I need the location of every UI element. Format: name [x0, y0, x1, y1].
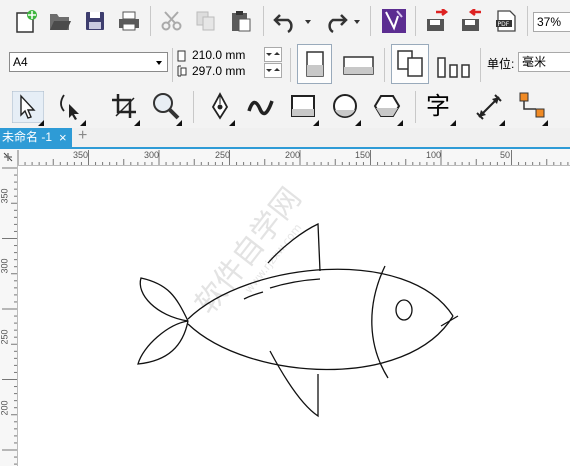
new-tab-button[interactable]: +	[78, 127, 87, 145]
fish-tail-lower	[137, 320, 189, 365]
copy-icon[interactable]	[195, 10, 217, 32]
fish-mouth	[440, 315, 459, 327]
toolbox: 字	[0, 87, 570, 129]
unit-select[interactable]: 毫米	[518, 52, 570, 72]
export-icon[interactable]	[459, 9, 485, 33]
app-launcher-icon[interactable]	[381, 8, 407, 34]
standard-toolbar: PDF 37%	[0, 0, 570, 43]
vertical-ruler-ticks	[2, 167, 17, 465]
horizontal-ruler[interactable]: 350 300 250 200 150 100 50	[17, 149, 570, 166]
fish-body-line-2	[269, 278, 321, 289]
current-page-icon[interactable]	[437, 53, 473, 79]
document-tab-bar: 未命名 -1 × +	[0, 127, 570, 149]
ruler-h-label-100: 100	[426, 150, 442, 160]
unit-label: 单位:	[487, 57, 515, 71]
undo-icon[interactable]	[273, 9, 299, 33]
fish-tail-upper	[139, 277, 189, 322]
undo-dropdown-icon[interactable]	[305, 20, 311, 24]
page-width-icon	[177, 50, 186, 62]
ruler-v-label-350: 350	[0, 188, 10, 204]
open-folder-icon[interactable]	[48, 10, 72, 32]
ruler-v-label-200: 200	[0, 400, 10, 416]
portrait-button[interactable]	[297, 44, 332, 84]
page-width-value[interactable]: 210.0 mm	[192, 48, 245, 62]
fish-drawing[interactable]: 软件自学网 www.rjzxw.com	[18, 166, 570, 466]
svg-text:PDF: PDF	[498, 21, 510, 28]
ruler-v-label-300: 300	[0, 258, 10, 274]
width-spinner[interactable]	[264, 47, 282, 62]
page-size-value: A4	[13, 55, 28, 69]
ruler-h-label-250: 250	[215, 150, 231, 160]
chevron-down-icon	[156, 61, 162, 65]
redo-icon[interactable]	[322, 9, 348, 33]
ruler-origin[interactable]	[0, 149, 18, 166]
fish-ventral-fin	[269, 350, 319, 418]
page-height-value[interactable]: 297.0 mm	[192, 64, 245, 78]
publish-pdf-icon[interactable]: PDF	[494, 9, 520, 33]
fish-eye	[395, 299, 413, 321]
unit-value: 毫米	[522, 55, 547, 69]
vertical-ruler[interactable]: 350 300 250 200	[0, 165, 18, 466]
drawing-canvas[interactable]: 软件自学网 www.rjzxw.com	[18, 166, 570, 466]
ruler-h-label-200: 200	[285, 150, 301, 160]
tab-document[interactable]: 未命名 -1 ×	[0, 128, 72, 147]
ruler-origin-icon	[3, 152, 13, 162]
fish-body-bottom	[187, 315, 454, 371]
page-size-select[interactable]: A4	[9, 52, 168, 72]
text-tool-icon[interactable]: 字	[426, 92, 450, 120]
artistic-media-icon[interactable]	[246, 95, 276, 119]
import-icon[interactable]	[424, 9, 450, 33]
fish-gill	[371, 265, 389, 379]
tab-title: 未命名 -1	[2, 130, 53, 144]
ruler-h-label-150: 150	[355, 150, 371, 160]
all-pages-button[interactable]	[391, 44, 429, 84]
landscape-icon[interactable]	[343, 56, 375, 76]
tab-close-icon[interactable]: ×	[59, 128, 67, 147]
page-height-icon	[177, 65, 187, 77]
ruler-h-label-350: 350	[73, 150, 89, 160]
zoom-level-field[interactable]: 37%	[533, 12, 570, 32]
all-pages-icon	[397, 50, 423, 77]
save-icon[interactable]	[84, 10, 106, 32]
cut-icon[interactable]	[160, 10, 184, 32]
new-document-icon[interactable]	[12, 9, 38, 35]
paste-icon[interactable]	[229, 9, 253, 33]
ruler-h-label-300: 300	[144, 150, 160, 160]
redo-dropdown-icon[interactable]	[354, 20, 360, 24]
property-bar: A4 210.0 mm 297.0 mm 单位: 毫米	[0, 42, 570, 88]
print-icon[interactable]	[117, 10, 141, 32]
watermark-text: 软件自学网	[189, 181, 309, 321]
height-spinner[interactable]	[264, 63, 282, 78]
portrait-icon	[306, 51, 324, 77]
ruler-h-label-50: 50	[500, 150, 511, 160]
ruler-v-label-250: 250	[0, 329, 10, 345]
watermark: 软件自学网 www.rjzxw.com	[189, 181, 309, 321]
